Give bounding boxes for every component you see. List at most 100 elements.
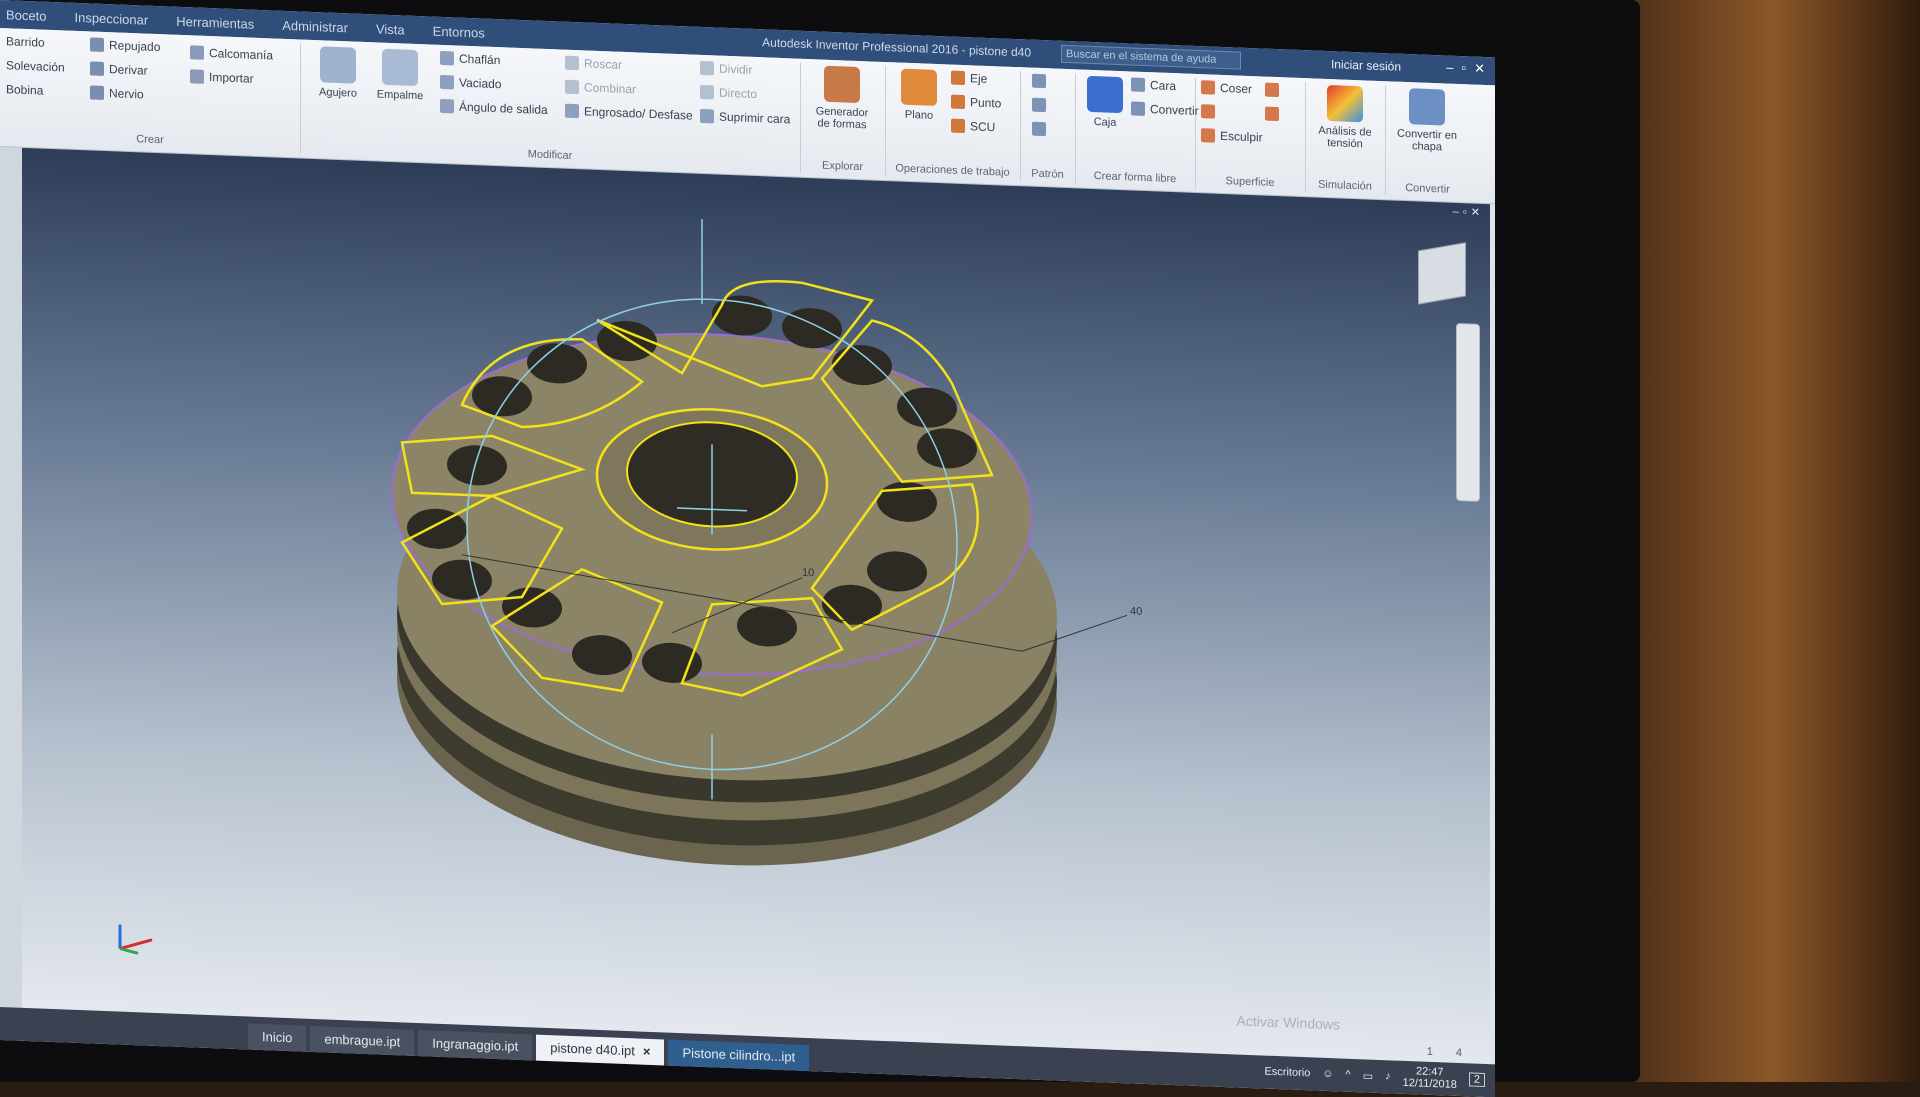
group-superficie: Coser Esculpir Superficie	[1195, 77, 1306, 193]
face-icon	[1131, 77, 1145, 92]
dividir-button[interactable]: Dividir	[700, 60, 752, 77]
esculpir-button[interactable]: Esculpir	[1201, 128, 1263, 145]
delete-face-icon	[700, 108, 714, 124]
nervio-button[interactable]: Nervio	[90, 85, 144, 102]
notification-badge[interactable]: 2	[1468, 1072, 1485, 1088]
pattern-rect-button[interactable]	[1032, 73, 1046, 89]
tab-boceto[interactable]: Boceto	[6, 7, 46, 24]
doc-tab-ingranaggio[interactable]: Ingranaggio.ipt	[418, 1030, 533, 1061]
eje-button[interactable]: Eje	[951, 70, 987, 86]
thicken-icon	[565, 103, 579, 119]
rect-pattern-icon	[1032, 73, 1046, 89]
import-icon	[190, 69, 204, 84]
tab-vista[interactable]: Vista	[376, 21, 405, 37]
derive-icon	[90, 61, 104, 76]
mirror-button[interactable]	[1032, 121, 1046, 137]
bobina-button[interactable]: Bobina	[6, 82, 43, 97]
graphics-viewport[interactable]: –▫✕ 40 10 Activar Windows 1 4	[22, 147, 1490, 1065]
sign-in-link[interactable]: Iniciar sesión	[1331, 57, 1401, 74]
dimension-label-40[interactable]: 40	[1130, 605, 1142, 617]
desktop-toolbar-label[interactable]: Escritorio	[1264, 1066, 1310, 1080]
chaflan-button[interactable]: Chaflán	[440, 50, 500, 67]
engrosado-button[interactable]: Engrosado/ Desfase	[565, 103, 693, 123]
monitor-frame: Boceto Inspeccionar Herramientas Adminis…	[0, 0, 1640, 1097]
help-search-input[interactable]: Buscar en el sistema de ayuda	[1061, 44, 1241, 70]
cara-button[interactable]: Cara	[1131, 77, 1176, 93]
group-label-patron: Patrón	[1031, 167, 1064, 181]
volume-icon[interactable]: ♪	[1385, 1070, 1391, 1082]
vaciado-button[interactable]: Vaciado	[440, 74, 501, 91]
group-label-forma-libre: Crear forma libre	[1093, 170, 1177, 186]
decal-icon	[190, 45, 204, 60]
directo-button[interactable]: Directo	[700, 84, 757, 101]
doc-tab-embrague[interactable]: embrague.ipt	[310, 1025, 415, 1056]
patch-button[interactable]	[1265, 82, 1279, 98]
punto-button[interactable]: Punto	[951, 94, 1001, 110]
clock-date: 12/11/2018	[1402, 1076, 1457, 1091]
convertir-chapa-button[interactable]: Convertir en chapa	[1397, 88, 1457, 154]
chevron-up-icon[interactable]: ^	[1346, 1069, 1351, 1081]
doc-tab-pistone-d40[interactable]: pistone d40.ipt ×	[536, 1034, 665, 1066]
window-controls[interactable]: –▫✕	[1446, 60, 1493, 78]
doc-tab-inicio[interactable]: Inicio	[248, 1023, 307, 1052]
solevacion-button[interactable]: Solevación	[6, 58, 65, 74]
doc-tab-label: pistone d40.ipt	[550, 1040, 635, 1059]
box-icon	[1087, 75, 1123, 114]
part-model[interactable]: 40 10	[22, 148, 1490, 1064]
tab-inspeccionar[interactable]: Inspeccionar	[74, 9, 148, 27]
x-axis-icon	[119, 938, 153, 951]
tab-administrar[interactable]: Administrar	[282, 17, 348, 35]
group-label-operaciones-trabajo: Operaciones de trabajo	[895, 162, 1010, 179]
y-axis-icon	[119, 947, 139, 955]
empalme-button[interactable]: Empalme	[370, 48, 430, 102]
group-label-convertir: Convertir	[1405, 181, 1450, 196]
trim-button[interactable]	[1265, 106, 1279, 122]
split-icon	[700, 60, 714, 76]
plano-button[interactable]: Plano	[889, 68, 949, 122]
clock[interactable]: 22:47 12/11/2018	[1403, 1065, 1457, 1091]
group-forma-libre: Caja Cara Convertir Crear forma libre	[1075, 73, 1199, 188]
pattern-circ-button[interactable]	[1032, 97, 1046, 113]
combinar-button[interactable]: Combinar	[565, 79, 636, 96]
people-icon[interactable]: ☺	[1322, 1068, 1333, 1080]
group-label-simulacion: Simulación	[1318, 178, 1372, 193]
caja-button[interactable]: Caja	[1075, 75, 1135, 129]
roscar-button[interactable]: Roscar	[565, 55, 622, 72]
browser-panel-collapsed[interactable]	[0, 147, 22, 1028]
angulo-salida-button[interactable]: Ángulo de salida	[440, 98, 548, 117]
close-icon[interactable]: ×	[643, 1044, 651, 1059]
sculpt-icon	[1201, 128, 1215, 143]
axis-triad	[112, 918, 172, 965]
tab-herramientas[interactable]: Herramientas	[176, 13, 254, 31]
calcomania-button[interactable]: Calcomanía	[190, 45, 273, 62]
coser-button[interactable]: Coser	[1201, 80, 1252, 96]
surface-tool-button[interactable]	[1201, 104, 1215, 119]
repujado-button[interactable]: Repujado	[90, 37, 160, 54]
group-label-superficie: Superficie	[1225, 175, 1275, 189]
derivar-button[interactable]: Derivar	[90, 61, 148, 78]
fillet-icon	[382, 48, 418, 87]
page-indicator-total: 4	[1455, 1046, 1462, 1060]
convert-icon	[1131, 101, 1145, 116]
group-modificar: Agujero Empalme Chaflán Vaciado Ángulo d…	[300, 43, 801, 173]
page-indicator-current: 1	[1426, 1045, 1433, 1059]
circular-pattern-icon	[1032, 97, 1046, 113]
scu-button[interactable]: SCU	[951, 118, 995, 134]
tab-entornos[interactable]: Entornos	[433, 23, 485, 40]
dimension-label-10[interactable]: 10	[802, 567, 814, 579]
generador-formas-button[interactable]: Generador de formas	[812, 65, 872, 131]
hole-icon	[320, 46, 356, 84]
network-icon[interactable]: ▭	[1363, 1069, 1373, 1082]
agujero-button[interactable]: Agujero	[308, 46, 368, 100]
surface-icon	[1201, 104, 1215, 119]
suprimir-cara-button[interactable]: Suprimir cara	[700, 108, 790, 126]
doc-tab-pistone-cilindro[interactable]: Pistone cilindro...ipt	[668, 1039, 810, 1072]
analisis-tension-button[interactable]: Análisis de tensión	[1315, 84, 1375, 151]
convertir-forma-button[interactable]: Convertir	[1131, 101, 1199, 118]
group-simulacion: Análisis de tensión Simulación	[1305, 82, 1386, 196]
barrido-button[interactable]: Barrido	[6, 34, 45, 49]
emboss-icon	[90, 37, 104, 52]
axis-icon	[951, 70, 965, 86]
trim-icon	[1265, 106, 1279, 122]
importar-button[interactable]: Importar	[190, 69, 254, 86]
